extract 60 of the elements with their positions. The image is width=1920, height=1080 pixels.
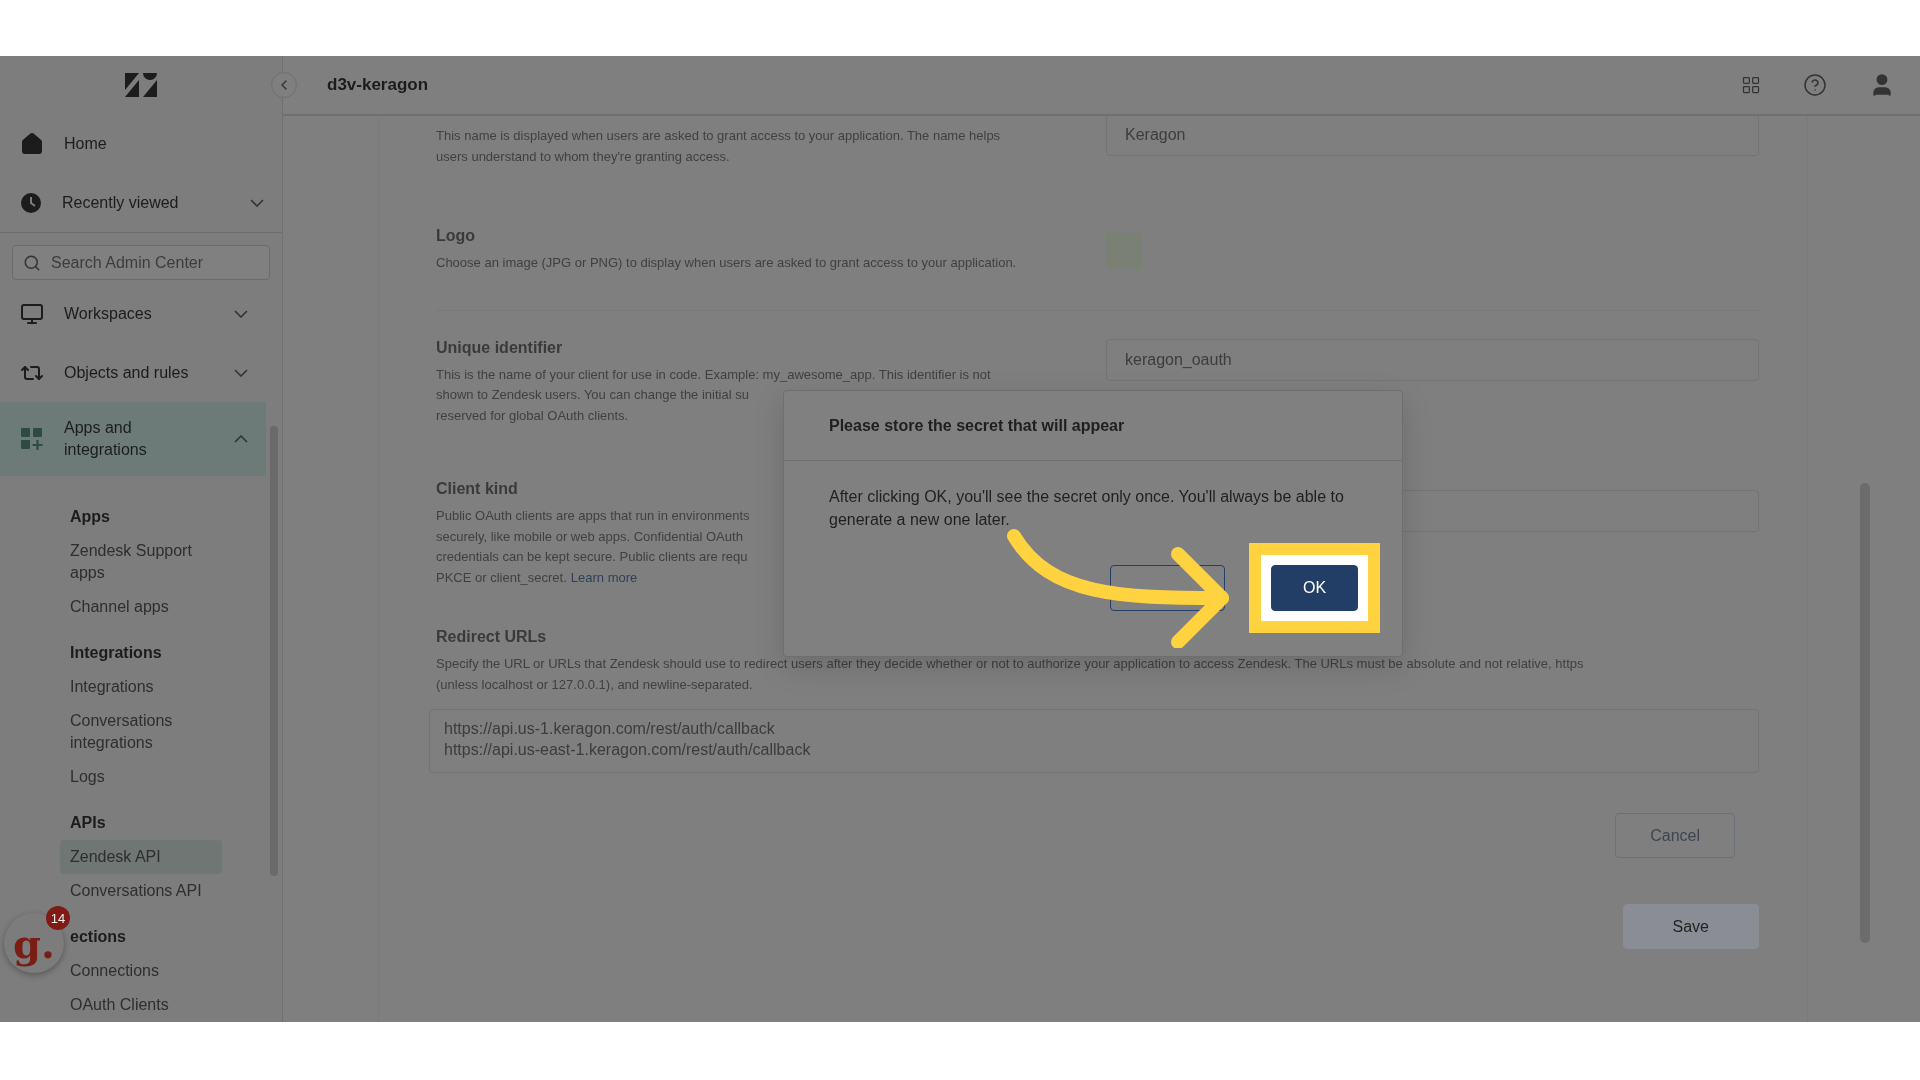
field-title: Unique identifier (436, 338, 563, 357)
description-line: shown to Zendesk users. You can change the initial su (436, 386, 749, 404)
search-field[interactable]: Search Admin Center (12, 245, 270, 280)
description-line: Choose an image (JPG or PNG) to display when users are asked to grant access to your application. (436, 254, 1017, 272)
sidebar-nav-item[interactable]: Recently viewed (0, 173, 282, 233)
text-field[interactable]: Keragon (1106, 116, 1759, 156)
dialog-title: Please store the secret that will appear (784, 391, 1402, 461)
nav-label: Objects and rules (64, 362, 190, 383)
description-line: PKCE or client_secret. (436, 568, 567, 587)
description-line: securely, like mobile or web apps. Confidential OAuth (436, 527, 743, 546)
sidebar-link[interactable]: OAuth Clients (60, 988, 222, 1022)
grid-plus-icon (20, 427, 44, 451)
grid-icon[interactable] (1741, 75, 1761, 95)
field-title: Logo (436, 227, 476, 245)
description-line: This is the name of your client for use in code. Example: my_awesome_app. This identifier is not (436, 365, 991, 384)
z-logo (125, 73, 157, 98)
nav-label: Recently viewed (62, 192, 180, 213)
sidebar-nav-item[interactable]: Objects and rules (0, 343, 266, 402)
description-line: reserved for global OAuth clients. (436, 406, 629, 425)
field-title: Redirect URLs (436, 628, 547, 646)
notification-badge: 14 (46, 906, 70, 930)
description-line: credentials can be kept secure. Public clients are requ (436, 548, 748, 566)
description-line: Public OAuth clients are apps that run in environments (436, 507, 750, 525)
sidebar-link[interactable]: Channel apps (60, 590, 222, 624)
search-icon (23, 253, 41, 272)
sidebar-nav-item[interactable]: Home (0, 114, 282, 174)
sidebar-nav-item[interactable]: Apps and integrations (0, 402, 266, 476)
cancel-button[interactable]: Cancel (1615, 813, 1735, 858)
clock-icon (20, 191, 42, 214)
nav-label: Home (64, 133, 108, 154)
description-line: (unless localhost or 127.0.0.1), and newline-separated. (436, 675, 753, 694)
section-heading: Integrations (69, 643, 163, 663)
ok-button[interactable]: OK (1271, 565, 1358, 611)
sidebar-link[interactable]: Integrations (60, 670, 222, 704)
home-icon (20, 131, 44, 156)
sidebar-link[interactable]: Logs (60, 760, 222, 794)
textarea-field[interactable]: https://api.us-1.keragon.com/rest/auth/callback https://api.us-east-1.keragon.com/rest/auth/callback (429, 709, 1759, 773)
dialog-message: After clicking OK, you'll see the secret only once. You'll always be able to generate a new one later. (829, 487, 1345, 530)
nav-label: Workspaces (64, 303, 153, 324)
field-title: Client kind (436, 480, 518, 498)
description-line: This name is displayed when users are asked to grant access to your application. The name helps (436, 127, 1001, 145)
sidebar-link[interactable]: Conversations integrations (60, 704, 222, 760)
description-line: Specify the URL or URLs that Zendesk should use to redirect users after they decide whether or not to authorize your application to access Zendesk. The URLs must be absolute and not relative, https (436, 655, 1584, 673)
learn-more-link[interactable]: Learn more (570, 567, 638, 588)
save-button[interactable]: Save (1622, 904, 1759, 949)
section-heading: Apps (69, 507, 111, 527)
description-line: users understand to whom they're granting access. (436, 147, 730, 166)
text-field[interactable]: keragon_oauth (1106, 338, 1759, 381)
sidebar-link[interactable]: Conversations API (60, 874, 222, 908)
page-title: d3v-keragon (327, 75, 430, 95)
section-heading: ections (69, 927, 127, 947)
section-heading: APIs (69, 813, 107, 833)
sidebar-link[interactable]: Zendesk Support apps (60, 534, 222, 590)
search-input[interactable]: Search Admin Center (49, 252, 259, 273)
sidebar-link[interactable]: Zendesk API (60, 840, 222, 874)
help-icon[interactable] (1803, 73, 1827, 97)
monitor-icon (20, 301, 44, 326)
nav-label: Apps and integrations (64, 418, 148, 460)
sidebar-nav-item[interactable]: Workspaces (0, 284, 266, 343)
secondary-button[interactable] (1110, 565, 1225, 611)
